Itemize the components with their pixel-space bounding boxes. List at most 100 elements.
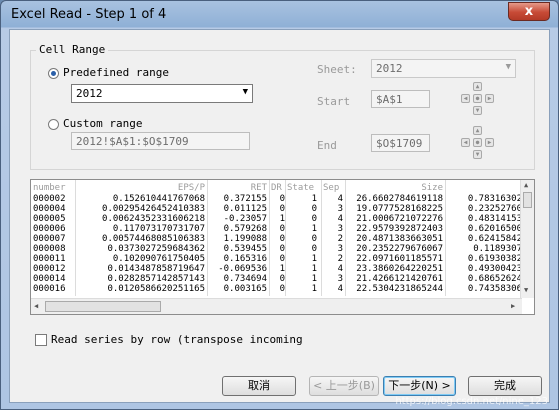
table-cell: 0.00624352331606218 bbox=[102, 214, 205, 224]
end-label: End bbox=[317, 139, 337, 152]
scroll-left-icon[interactable]: ◀ bbox=[34, 302, 38, 310]
custom-range-radio[interactable] bbox=[48, 119, 59, 130]
table-row[interactable]: 000002 0.152610441767068 0.372155 0 1 4 26.660… bbox=[31, 194, 522, 204]
predefined-range-radio[interactable] bbox=[48, 68, 59, 79]
vertical-scroll-thumb[interactable] bbox=[523, 192, 532, 208]
horizontal-scrollbar[interactable]: ◀ ▶ bbox=[31, 298, 522, 314]
table-cell: 0 bbox=[279, 194, 285, 204]
title-bar[interactable]: Excel Read - Step 1 of 4 x bbox=[1, 1, 558, 29]
scroll-right-icon[interactable]: ▶ bbox=[511, 302, 515, 310]
end-right-arrow-icon[interactable]: ▶ bbox=[485, 138, 494, 147]
table-cell: 0.00574468085106383 bbox=[102, 234, 205, 244]
table-row[interactable]: 000008 0.0373027259684362 0.539455 0 0 3 20.23… bbox=[31, 244, 522, 254]
end-up-arrow-icon[interactable]: ▲ bbox=[473, 126, 482, 135]
custom-range-input[interactable]: 2012!$A$1:$O$1709 bbox=[71, 132, 250, 150]
sheet-select[interactable]: 2012 ▼ bbox=[371, 59, 516, 78]
table-cell: 0 bbox=[311, 204, 317, 214]
vertical-scrollbar[interactable]: ▲ ▼ bbox=[520, 180, 534, 298]
chevron-down-icon: ▼ bbox=[242, 87, 248, 97]
horizontal-scroll-thumb[interactable] bbox=[45, 301, 161, 312]
custom-range-label[interactable]: Custom range bbox=[63, 117, 142, 130]
table-cell: 4 bbox=[337, 284, 343, 294]
table-cell: 0 bbox=[311, 214, 317, 224]
finish-button[interactable]: 完成 bbox=[468, 376, 542, 396]
table-row[interactable]: 000007 0.00574468085106383 1.199088 0 0 2 20.4… bbox=[31, 234, 522, 244]
table-cell: 1 bbox=[311, 274, 317, 284]
table-cell: 0 bbox=[279, 204, 285, 214]
table-cell: 0.0373027259684362 bbox=[107, 244, 205, 254]
column-header: Size bbox=[421, 183, 443, 193]
table-cell: 0.23252760 bbox=[467, 204, 522, 214]
table-cell: 0.011125 bbox=[223, 204, 267, 214]
table-cell: 0.152610441767068 bbox=[112, 194, 205, 204]
table-cell: 0 bbox=[279, 244, 285, 254]
column-header: DR bbox=[271, 183, 282, 193]
table-cell: 000005 bbox=[33, 214, 66, 224]
table-cell: 000006 bbox=[33, 224, 66, 234]
start-center-icon[interactable]: ● bbox=[473, 94, 482, 103]
table-cell: 1 bbox=[311, 284, 317, 294]
table-cell: 000008 bbox=[33, 244, 66, 254]
table-cell: 0.62016500 bbox=[467, 224, 522, 234]
next-button[interactable]: 下一步(N) > bbox=[383, 376, 456, 396]
table-cell: 0.1189307 bbox=[473, 244, 522, 254]
table-cell: 2 bbox=[337, 254, 343, 264]
table-cell: 0.165316 bbox=[223, 254, 267, 264]
table-cell: 0.539455 bbox=[223, 244, 267, 254]
scroll-down-icon[interactable]: ▼ bbox=[524, 286, 528, 294]
table-cell: 23.3860264220251 bbox=[356, 264, 443, 274]
table-cell: 3 bbox=[337, 274, 343, 284]
table-row[interactable]: 000006 0.117073170731707 0.579268 0 1 3 22.957… bbox=[31, 224, 522, 234]
transpose-label[interactable]: Read series by row (transpose incoming bbox=[51, 333, 303, 346]
start-left-arrow-icon[interactable]: ◀ bbox=[461, 94, 470, 103]
dialog-client-area: Cell Range Predefined range 2012 ▼ Custo… bbox=[9, 29, 550, 403]
start-right-arrow-icon[interactable]: ▶ bbox=[485, 94, 494, 103]
table-cell: 000014 bbox=[33, 274, 66, 284]
table-cell: 0.0120586620251165 bbox=[107, 284, 205, 294]
end-down-arrow-icon[interactable]: ▼ bbox=[473, 150, 482, 159]
column-header: EPS/P bbox=[177, 183, 205, 193]
back-button[interactable]: < 上一步(B) bbox=[309, 376, 379, 396]
table-cell: 22.5304231865244 bbox=[356, 284, 443, 294]
table-cell: 0.78316302 bbox=[467, 194, 522, 204]
table-cell: 0.68652624 bbox=[467, 274, 522, 284]
predefined-range-select[interactable]: 2012 ▼ bbox=[71, 84, 253, 103]
table-cell: 0.48314153 bbox=[467, 214, 522, 224]
table-cell: -0.23057 bbox=[223, 214, 267, 224]
table-cell: 000007 bbox=[33, 234, 66, 244]
table-cell: 19.0777528168225 bbox=[356, 204, 443, 214]
table-cell: 0.117073170731707 bbox=[112, 224, 205, 234]
table-cell: 0 bbox=[279, 234, 285, 244]
table-row[interactable]: 000011 0.102090761750405 0.165316 0 1 2 22.097… bbox=[31, 254, 522, 264]
table-cell: 21.4266121420761 bbox=[356, 274, 443, 284]
table-row[interactable]: 000012 0.0143487858719647 -0.069536 1 1 4 23.3… bbox=[31, 264, 522, 274]
start-cell-input[interactable]: $A$1 bbox=[371, 90, 430, 108]
chevron-down-icon: ▼ bbox=[505, 62, 511, 72]
cancel-button[interactable]: 取消 bbox=[222, 376, 296, 396]
table-cell: 4 bbox=[337, 264, 343, 274]
end-center-icon[interactable]: ● bbox=[473, 138, 482, 147]
table-cell: 26.6602784619118 bbox=[356, 194, 443, 204]
table-cell: 0 bbox=[279, 254, 285, 264]
table-row[interactable]: 000005 0.00624352331606218 -0.23057 1 0 4 21.0… bbox=[31, 214, 522, 224]
end-left-arrow-icon[interactable]: ◀ bbox=[461, 138, 470, 147]
end-cell-input[interactable]: $O$1709 bbox=[371, 134, 430, 152]
start-up-arrow-icon[interactable]: ▲ bbox=[473, 82, 482, 91]
table-cell: 22.9579392872403 bbox=[356, 224, 443, 234]
predefined-range-label[interactable]: Predefined range bbox=[63, 66, 169, 79]
table-cell: 000011 bbox=[33, 254, 66, 264]
table-row[interactable]: 000004 0.00295426452410383 0.011125 0 0 3 19.0… bbox=[31, 204, 522, 214]
table-cell: 2 bbox=[337, 234, 343, 244]
data-preview-grid[interactable]: number EPS/P RET DR State Sep Size 00000… bbox=[30, 179, 535, 315]
close-button[interactable]: x bbox=[508, 2, 550, 21]
window-title: Excel Read - Step 1 of 4 bbox=[11, 7, 167, 22]
scroll-up-icon[interactable]: ▲ bbox=[524, 181, 528, 189]
table-cell: 0 bbox=[279, 284, 285, 294]
table-cell: 1 bbox=[311, 194, 317, 204]
start-down-arrow-icon[interactable]: ▼ bbox=[473, 106, 482, 115]
table-row[interactable]: 000016 0.0120586620251165 0.003165 0 1 4 22.53… bbox=[31, 284, 522, 294]
transpose-checkbox[interactable] bbox=[35, 334, 47, 346]
start-label: Start bbox=[317, 95, 351, 108]
table-row[interactable]: 000014 0.0282857142857143 0.734694 0 1 3 21.42… bbox=[31, 274, 522, 284]
table-cell: 0 bbox=[279, 274, 285, 284]
